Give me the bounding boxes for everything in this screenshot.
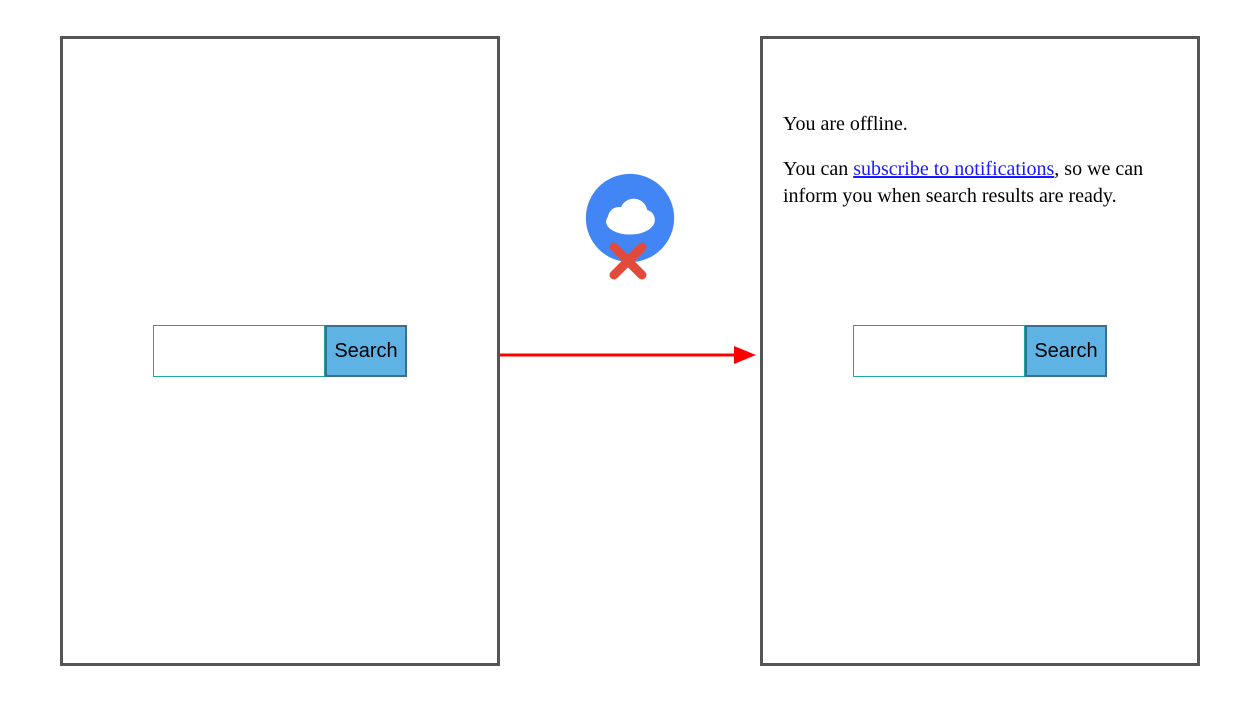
panel-after: You are offline. You can subscribe to no… [760, 36, 1200, 666]
search-button[interactable]: Search [325, 325, 407, 377]
offline-line: You are offline. [783, 111, 1179, 138]
subscribe-line: You can subscribe to notifications, so w… [783, 156, 1179, 210]
transition-arrow-icon [500, 343, 756, 367]
search-group-right: Search [853, 325, 1107, 377]
search-button[interactable]: Search [1025, 325, 1107, 377]
search-input[interactable] [153, 325, 325, 377]
subscribe-link[interactable]: subscribe to notifications [853, 158, 1054, 180]
panel-before: Search [60, 36, 500, 666]
subscribe-prefix: You can [783, 158, 853, 180]
close-x-icon [608, 241, 648, 281]
search-input[interactable] [853, 325, 1025, 377]
offline-message: You are offline. You can subscribe to no… [783, 111, 1179, 228]
search-group-left: Search [153, 325, 407, 377]
